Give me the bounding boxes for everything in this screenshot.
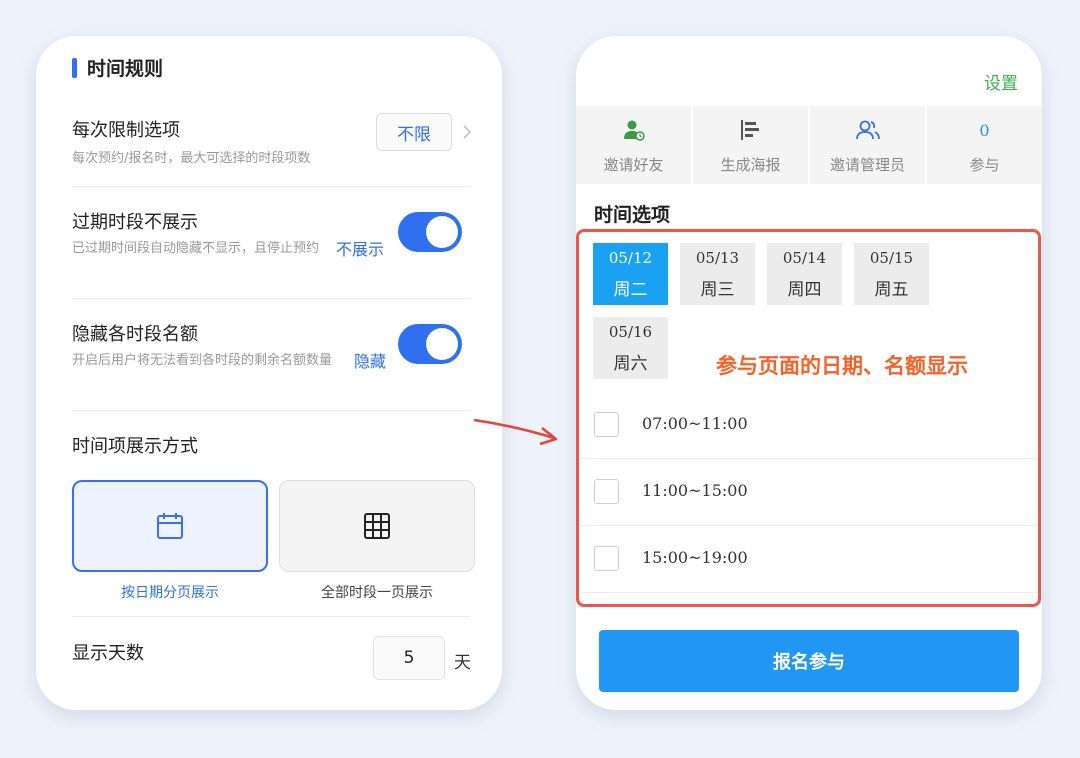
slot-time: 15:00~19:00 bbox=[642, 548, 748, 567]
chevron-right-icon[interactable] bbox=[460, 124, 474, 140]
date-tab-weekday: 周四 bbox=[787, 280, 822, 300]
hide-quota-status: 隐藏 bbox=[354, 352, 387, 371]
mode-all-label: 全部时段一页展示 bbox=[321, 585, 433, 601]
mode-by-date-option[interactable] bbox=[72, 480, 268, 572]
invite-admin-action[interactable]: 邀请管理员 bbox=[810, 106, 927, 184]
setting-description: 已过期时间段自动隐藏不显示，且停止预约 bbox=[72, 241, 320, 256]
limit-selector[interactable]: 不限 bbox=[376, 113, 452, 151]
time-slot-row[interactable]: 07:00~11:00 bbox=[580, 392, 1040, 459]
section-accent-bar bbox=[72, 57, 77, 78]
toggle-knob bbox=[426, 216, 458, 248]
action-label: 邀请好友 bbox=[603, 156, 664, 174]
participants-count[interactable]: 0 参与 bbox=[927, 106, 1042, 184]
calendar-icon bbox=[157, 513, 183, 539]
poster-action[interactable]: 生成海报 bbox=[693, 106, 810, 184]
setting-title: 隐藏各时段名额 bbox=[72, 324, 198, 345]
poster-icon bbox=[740, 120, 759, 140]
settings-link[interactable]: 设置 bbox=[984, 69, 1018, 94]
action-bar: 邀请好友 生成海报 邀请管理员 0 参与 bbox=[576, 106, 1042, 184]
display-days-input[interactable]: 5 bbox=[373, 636, 445, 680]
slot-checkbox[interactable] bbox=[594, 479, 619, 504]
annotation-text: 参与页面的日期、名额显示 bbox=[716, 354, 968, 378]
time-slot-row[interactable]: 15:00~19:00 bbox=[580, 526, 1040, 593]
display-days-unit: 天 bbox=[454, 653, 471, 673]
invite-admin-icon bbox=[855, 120, 880, 140]
mode-by-date-label: 按日期分页展示 bbox=[121, 585, 219, 601]
participants-count-value: 0 bbox=[979, 120, 990, 140]
section-title: 时间规则 bbox=[87, 58, 164, 80]
hide-quota-toggle[interactable] bbox=[398, 324, 462, 364]
display-days-title: 显示天数 bbox=[72, 643, 144, 664]
date-tab-date: 05/16 bbox=[608, 323, 653, 341]
arrow-icon bbox=[473, 418, 558, 446]
slot-checkbox[interactable] bbox=[594, 546, 619, 571]
participation-page-preview: 设置 邀请好友 生成海报 邀请管理员 0 参与 时间选项 05/12 周二 05… bbox=[576, 36, 1042, 710]
slot-checkbox[interactable] bbox=[594, 412, 619, 437]
action-label: 参与 bbox=[969, 156, 1000, 174]
invite-friend-icon bbox=[623, 120, 645, 141]
date-tab-weekday: 周二 bbox=[613, 280, 648, 300]
signup-button[interactable]: 报名参与 bbox=[599, 630, 1019, 692]
time-options-title: 时间选项 bbox=[594, 204, 671, 226]
setting-description: 每次预约/报名时，最大可选择的时段项数 bbox=[72, 151, 311, 166]
action-label: 生成海报 bbox=[720, 156, 781, 174]
date-tab-date: 05/14 bbox=[782, 249, 827, 267]
date-tab-weekday: 周五 bbox=[874, 280, 909, 300]
date-tab-0513[interactable]: 05/13 周三 bbox=[680, 243, 755, 305]
date-tab-weekday: 周六 bbox=[613, 354, 648, 374]
setting-title: 每次限制选项 bbox=[72, 120, 180, 141]
time-rules-panel: 时间规则 每次限制选项 每次预约/报名时，最大可选择的时段项数 不限 过期时段不… bbox=[36, 36, 502, 710]
date-tab-date: 05/12 bbox=[608, 249, 653, 267]
mode-all-option[interactable] bbox=[279, 480, 475, 572]
grid-icon bbox=[364, 513, 390, 539]
divider bbox=[72, 616, 470, 617]
date-tab-0512[interactable]: 05/12 周二 bbox=[593, 243, 668, 305]
action-label: 邀请管理员 bbox=[829, 156, 905, 174]
setting-title: 过期时段不展示 bbox=[72, 212, 198, 233]
setting-description: 开启后用户将无法看到各时段的剩余名额数量 bbox=[72, 353, 333, 368]
date-tab-0515[interactable]: 05/15 周五 bbox=[854, 243, 929, 305]
date-tab-date: 05/15 bbox=[869, 249, 914, 267]
invite-friend-action[interactable]: 邀请好友 bbox=[576, 106, 693, 184]
slot-time: 07:00~11:00 bbox=[642, 414, 748, 433]
section-header: 时间规则 bbox=[72, 54, 163, 81]
date-tab-0516[interactable]: 05/16 周六 bbox=[593, 317, 668, 379]
hide-expired-toggle[interactable] bbox=[398, 212, 462, 252]
hide-expired-status: 不展示 bbox=[336, 240, 385, 259]
display-mode-title: 时间项展示方式 bbox=[72, 436, 198, 457]
time-slot-row[interactable]: 11:00~15:00 bbox=[580, 459, 1040, 526]
toggle-knob bbox=[426, 328, 458, 360]
date-tab-weekday: 周三 bbox=[700, 280, 735, 300]
date-tab-0514[interactable]: 05/14 周四 bbox=[767, 243, 842, 305]
date-tab-date: 05/13 bbox=[695, 249, 740, 267]
slot-time: 11:00~15:00 bbox=[642, 481, 748, 500]
